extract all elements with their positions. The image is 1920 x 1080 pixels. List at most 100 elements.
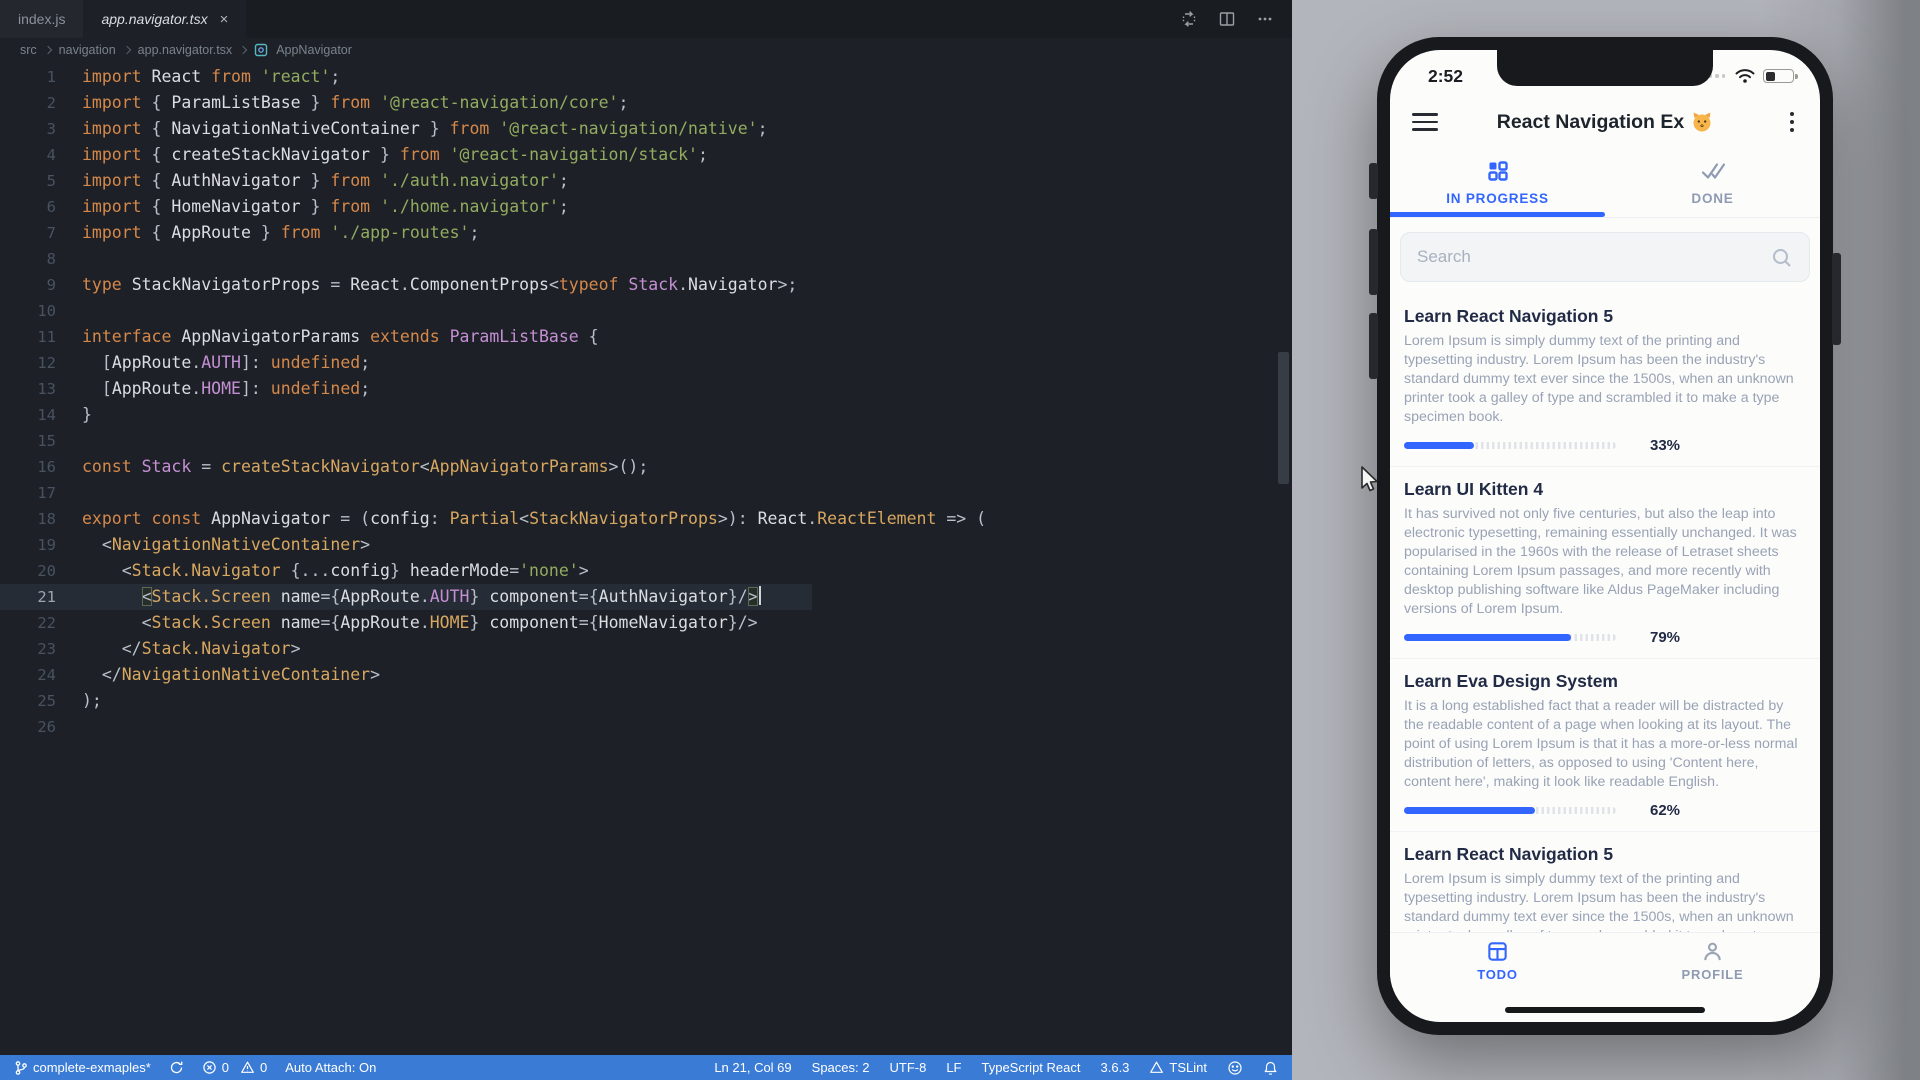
language-mode[interactable]: TypeScript React xyxy=(982,1060,1081,1075)
code-line[interactable]: 26 xyxy=(0,714,1292,740)
tab-label: DONE xyxy=(1691,191,1734,206)
code-text: <NavigationNativeContainer> xyxy=(82,535,371,554)
text-cursor xyxy=(758,586,761,605)
problems-item[interactable]: 0 0 xyxy=(202,1060,267,1075)
code-line[interactable]: 25); xyxy=(0,688,1292,714)
git-branch-item[interactable]: complete-exmaples* xyxy=(14,1060,151,1076)
code-line[interactable]: 20 <Stack.Navigator {...config} headerMo… xyxy=(0,558,1292,584)
code-line[interactable]: 4 import { createStackNavigator } from '@… xyxy=(0,142,1292,168)
home-indicator-area xyxy=(1390,988,1820,1022)
line-number: 17 xyxy=(37,484,56,502)
editor-scrollbar[interactable] xyxy=(1278,352,1289,484)
phone-mockup: 2:52 React Navigation Ex IN PROGRESS DON… xyxy=(1369,37,1841,1035)
close-icon[interactable]: × xyxy=(220,11,229,28)
code-text: import { ParamListBase } from '@react-na… xyxy=(82,93,629,112)
code-line[interactable]: 8 xyxy=(0,246,1292,272)
home-indicator[interactable] xyxy=(1505,1007,1705,1013)
code-line[interactable]: 9 type StackNavigatorProps = React.Compon… xyxy=(0,272,1292,298)
nav-item-todo[interactable]: TODO xyxy=(1390,933,1605,988)
vscode-editor-pane: index.js app.navigator.tsx × src navigat… xyxy=(0,0,1292,1080)
todo-card[interactable]: Learn React Navigation 5 Lorem Ipsum is s… xyxy=(1390,832,1820,932)
code-text: import { HomeNavigator } from './home.na… xyxy=(82,197,569,216)
breadcrumb-src[interactable]: src xyxy=(20,43,37,57)
tab-in-progress[interactable]: IN PROGRESS xyxy=(1390,148,1605,217)
sync-item[interactable] xyxy=(169,1060,184,1075)
progress-row: 62% xyxy=(1404,802,1806,819)
tab-done[interactable]: DONE xyxy=(1605,148,1820,217)
code-line[interactable]: 22 <Stack.Screen name={AppRoute.HOME} co… xyxy=(0,610,1292,636)
overflow-menu-icon[interactable] xyxy=(1786,108,1799,137)
code-line[interactable]: 21 <Stack.Screen name={AppRoute.AUTH} co… xyxy=(0,584,1292,610)
progress-bar xyxy=(1404,441,1616,449)
progress-bar xyxy=(1404,806,1616,814)
auto-attach-item[interactable]: Auto Attach: On xyxy=(285,1060,376,1075)
code-area[interactable]: 1 import React from 'react'; 2 import { Par… xyxy=(0,64,1292,740)
menu-hamburger-icon[interactable] xyxy=(1412,109,1438,136)
code-line[interactable]: 6 import { HomeNavigator } from './home.n… xyxy=(0,194,1292,220)
nav-item-profile[interactable]: PROFILE xyxy=(1605,933,1820,988)
code-line[interactable]: 24 </NavigationNativeContainer> xyxy=(0,662,1292,688)
todo-card[interactable]: Learn Eva Design System It is a long esta… xyxy=(1390,659,1820,832)
split-editor-icon[interactable] xyxy=(1218,10,1236,28)
card-title: Learn UI Kitten 4 xyxy=(1404,479,1544,499)
code-line[interactable]: 3 import { NavigationNativeContainer } fr… xyxy=(0,116,1292,142)
nav-label: TODO xyxy=(1477,966,1518,982)
line-number: 19 xyxy=(37,536,56,554)
code-text: interface AppNavigatorParams extends Par… xyxy=(82,327,599,346)
app-title-text: React Navigation Ex xyxy=(1496,110,1685,133)
app-title: React Navigation Ex xyxy=(1390,111,1820,134)
code-line[interactable]: 14} xyxy=(0,402,1292,428)
chevron-right-icon xyxy=(122,45,131,54)
code-line[interactable]: 19 <NavigationNativeContainer> xyxy=(0,532,1292,558)
screenshot-root: index.js app.navigator.tsx × src navigat… xyxy=(0,0,1920,1080)
sync-preview-icon[interactable] xyxy=(1180,10,1198,28)
more-actions-icon[interactable] xyxy=(1256,10,1274,28)
cursor-position[interactable]: Ln 21, Col 69 xyxy=(714,1060,791,1075)
notifications-bell-icon[interactable] xyxy=(1263,1060,1278,1076)
code-line[interactable]: 18 export const AppNavigator = (config: P… xyxy=(0,506,1292,532)
code-line[interactable]: 1 import React from 'react'; xyxy=(0,64,1292,90)
code-line[interactable]: 12 [AppRoute.AUTH]: undefined; xyxy=(0,350,1292,376)
progress-percent: 33% xyxy=(1650,436,1681,454)
code-line[interactable]: 15 xyxy=(0,428,1292,454)
linter-item[interactable]: TSLint xyxy=(1149,1060,1207,1075)
search-input[interactable] xyxy=(1400,232,1810,282)
encoding-setting[interactable]: UTF-8 xyxy=(889,1060,926,1075)
bottom-nav-bar: TODO PROFILE xyxy=(1390,932,1820,988)
ts-version[interactable]: 3.6.3 xyxy=(1101,1060,1130,1075)
line-number: 10 xyxy=(37,302,56,320)
power-button xyxy=(1832,253,1841,345)
warning-triangle-icon xyxy=(1150,1061,1164,1073)
code-line[interactable]: 13 [AppRoute.HOME]: undefined; xyxy=(0,376,1292,402)
feedback-smiley-icon[interactable] xyxy=(1227,1060,1243,1076)
code-text: const Stack = createStackNavigator<AppNa… xyxy=(82,457,649,476)
code-line[interactable]: 2 import { ParamListBase } from '@react-n… xyxy=(0,90,1292,116)
code-line[interactable]: 10 xyxy=(0,298,1292,324)
todo-card[interactable]: Learn React Navigation 5 Lorem Ipsum is s… xyxy=(1390,294,1820,467)
branch-label: complete-exmaples* xyxy=(33,1060,151,1075)
code-line[interactable]: 11 interface AppNavigatorParams extends P… xyxy=(0,324,1292,350)
tab-index-js[interactable]: index.js xyxy=(0,0,84,38)
code-text: import { createStackNavigator } from '@r… xyxy=(82,145,708,164)
todo-card[interactable]: Learn UI Kitten 4 It has survived not onl… xyxy=(1390,467,1820,659)
breadcrumb-navigation[interactable]: navigation xyxy=(59,43,116,57)
code-line[interactable]: 17 xyxy=(0,480,1292,506)
git-branch-icon xyxy=(15,1060,27,1075)
code-line[interactable]: 5 import { AuthNavigator } from './auth.n… xyxy=(0,168,1292,194)
eol-setting[interactable]: LF xyxy=(946,1060,961,1075)
line-number: 18 xyxy=(37,510,56,528)
breadcrumb-file[interactable]: app.navigator.tsx xyxy=(138,43,233,57)
code-line[interactable]: 16 const Stack = createStackNavigator<App… xyxy=(0,454,1292,480)
breadcrumb-symbol[interactable]: AppNavigator xyxy=(276,43,352,57)
indentation-setting[interactable]: Spaces: 2 xyxy=(812,1060,870,1075)
chevron-right-icon xyxy=(238,45,248,54)
code-line[interactable]: 7 import { AppRoute } from './app-routes'… xyxy=(0,220,1292,246)
status-bar-right: Ln 21, Col 69 Spaces: 2 UTF-8 LF TypeScr… xyxy=(714,1060,1278,1076)
code-line[interactable]: 23 </Stack.Navigator> xyxy=(0,636,1292,662)
editor-tabstrip: index.js app.navigator.tsx × xyxy=(0,0,1292,38)
line-number: 8 xyxy=(46,250,56,268)
tab-app-navigator-tsx[interactable]: app.navigator.tsx × xyxy=(83,0,247,38)
